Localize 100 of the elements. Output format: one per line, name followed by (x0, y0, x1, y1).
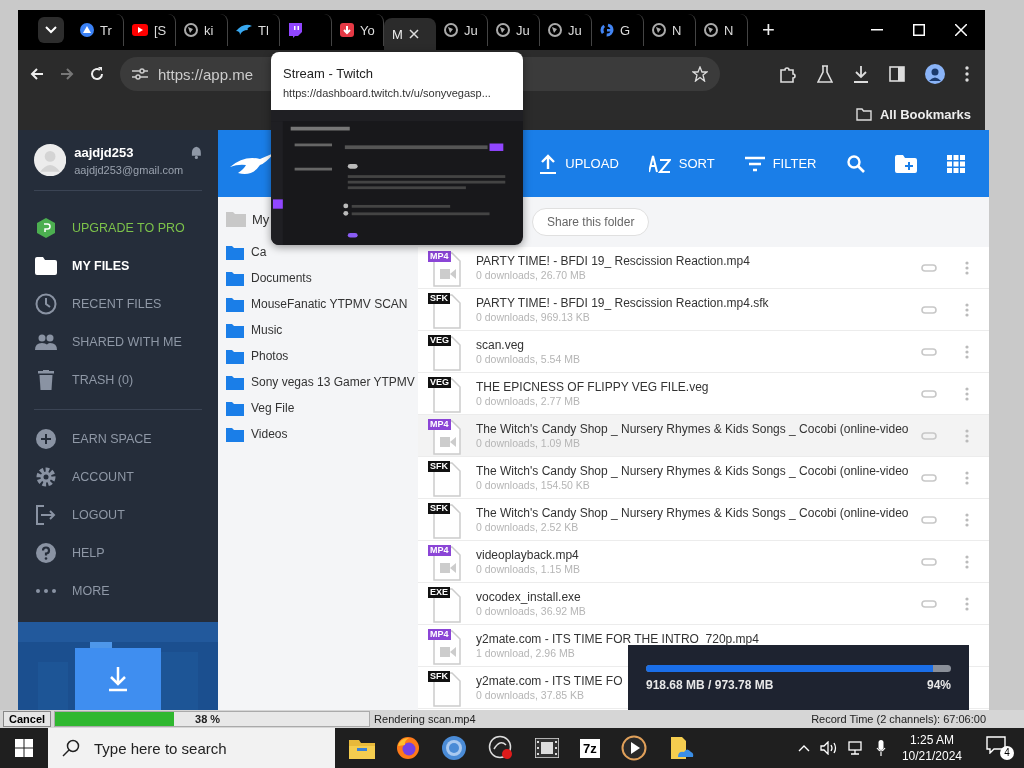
tune-icon[interactable] (132, 67, 148, 81)
folder-item[interactable]: Videos (226, 421, 288, 447)
browser-tab[interactable]: Ju (436, 14, 488, 46)
extensions-icon[interactable] (779, 65, 797, 83)
render-status: Rendering scan.mp4 (374, 713, 476, 725)
tab-search-button[interactable] (38, 17, 64, 43)
sidebar-item[interactable]: EARN SPACE (34, 420, 202, 458)
toolbar-button[interactable]: UPLOAD (539, 153, 619, 174)
browser-tab[interactable]: N (696, 14, 748, 46)
browser-tab[interactable]: [S (124, 14, 176, 46)
folder-item[interactable]: Ca (226, 239, 267, 265)
file-meta: 0 downloads, 37.85 KB (476, 689, 584, 701)
share-folder-button[interactable]: Share this folder (532, 208, 650, 236)
g-logo-icon (600, 23, 614, 37)
flask-icon[interactable] (817, 65, 833, 83)
side-panel-icon[interactable] (889, 66, 905, 82)
bookmarks-link[interactable]: All Bookmarks (879, 106, 971, 122)
sidebar-item[interactable]: SHARED WITH ME (34, 323, 202, 361)
browser-tab[interactable]: Tr (72, 14, 124, 46)
browser-tab[interactable]: M (384, 18, 436, 50)
file-name: THE EPICNESS OF FLIPPY VEG FILE.veg (476, 380, 709, 394)
browser-tab[interactable]: Ju (488, 14, 540, 46)
browser-tab[interactable]: Tl (228, 14, 280, 46)
browser-tab[interactable]: N (644, 14, 696, 46)
sidebar-item[interactable]: MY FILES (34, 247, 202, 285)
archive-app-icon[interactable]: 7z (580, 738, 600, 758)
download-icon[interactable] (853, 65, 869, 83)
folder-item[interactable]: Veg File (226, 395, 295, 421)
file-meta: 0 downloads, 2.77 MB (476, 395, 580, 407)
filter-icon (744, 155, 765, 172)
sidebar-item[interactable]: TRASH (0) (34, 361, 202, 399)
browser-tab[interactable]: Yo (332, 14, 384, 46)
new-tab-button[interactable]: + (758, 17, 779, 43)
toolbar-button[interactable]: FILTER (744, 155, 817, 172)
globe-icon (496, 23, 510, 37)
record-icon[interactable] (488, 735, 514, 761)
cancel-button[interactable]: Cancel (3, 711, 52, 727)
preview-title: Stream - Twitch (282, 65, 375, 81)
folder-item[interactable]: Photos (226, 343, 289, 369)
clock-time: 1:25 AM (909, 733, 954, 747)
minimize-icon[interactable] (871, 29, 883, 31)
user-email: aajdjd253@gmail.com (74, 163, 184, 176)
windows-start-icon[interactable] (15, 739, 33, 757)
folder-item[interactable]: MouseFanatic YTPMV SCAN (226, 291, 408, 317)
browser-tab[interactable]: ki (176, 14, 228, 46)
profile-icon[interactable] (925, 64, 945, 84)
browser-tab[interactable]: G (592, 14, 644, 46)
close-icon[interactable] (408, 29, 419, 39)
file-name: The Witch's Candy Shop _ Nursery Rhymes & Kids Songs _ Cocobi (online-video (476, 464, 909, 478)
browser-logo-icon[interactable] (441, 735, 467, 761)
globe-icon (184, 23, 198, 37)
sidebar-item[interactable]: ACCOUNT (34, 458, 202, 496)
star-icon[interactable] (692, 66, 708, 82)
folder-item[interactable]: Documents (226, 265, 312, 291)
folder-icon (226, 296, 244, 312)
play-icon[interactable] (620, 735, 647, 761)
user-name: aajdjd253 (74, 144, 135, 160)
speaker-icon[interactable] (819, 741, 838, 755)
sidebar-item[interactable]: HELP (34, 534, 202, 572)
file-meta: 1 download, 2.96 MB (476, 647, 575, 659)
browser-tab[interactable]: Ju (540, 14, 592, 46)
folder-item[interactable]: Sony vegas 13 Gamer YTPMV (226, 369, 415, 395)
caret-icon (45, 26, 57, 34)
file-name: The Witch's Candy Shop _ Nursery Rhymes & Kids Songs _ Cocobi (online-video (476, 506, 909, 520)
taskbar-search-field[interactable]: Type here to search (48, 728, 335, 768)
hexagon-icon (35, 217, 57, 239)
sidebar-item[interactable]: UPGRADE TO PRO (34, 209, 202, 247)
sidebar-item[interactable]: RECENT FILES (34, 285, 202, 323)
download-percent: 94% (926, 678, 951, 692)
folder-item[interactable]: Music (226, 317, 283, 343)
search-icon[interactable] (846, 154, 865, 173)
clock-date: 10/21/2024 (901, 749, 962, 763)
back-icon[interactable] (30, 67, 44, 81)
file-name: y2mate.com - ITS TIME FOR THE INTRO_720p.mp4 (476, 632, 759, 646)
sidebar-item[interactable]: MORE (34, 572, 202, 610)
bell-icon[interactable] (191, 146, 202, 160)
file-name: vocodex_install.exe (476, 590, 581, 604)
file-meta: 0 downloads, 36.92 MB (476, 605, 586, 617)
menu-icon[interactable] (965, 66, 969, 82)
fox-logo-icon[interactable] (396, 736, 420, 760)
grid-view-icon[interactable] (946, 154, 965, 173)
sidebar-item[interactable]: LOGOUT (34, 496, 202, 534)
avatar-icon (34, 142, 67, 178)
new-folder-icon[interactable] (894, 154, 917, 173)
folder-icon (226, 426, 244, 442)
reload-icon[interactable] (90, 67, 104, 81)
microphone-icon[interactable] (875, 740, 886, 756)
folder-icon[interactable] (349, 737, 375, 759)
breadcrumb[interactable]: My (252, 211, 270, 227)
toolbar-button[interactable]: SORT (648, 153, 715, 174)
search-icon (62, 739, 80, 757)
notification-button[interactable]: 4 (986, 736, 1014, 760)
file-meta: 0 downloads, 5.54 MB (476, 353, 580, 365)
maximize-icon[interactable] (913, 24, 925, 36)
forward-icon[interactable] (60, 67, 74, 81)
wing-logo-icon (236, 24, 252, 36)
film-icon[interactable] (535, 738, 559, 758)
folder-icon (855, 107, 872, 121)
file-name: scan.veg (476, 338, 525, 352)
chevron-up-icon[interactable] (797, 744, 810, 752)
